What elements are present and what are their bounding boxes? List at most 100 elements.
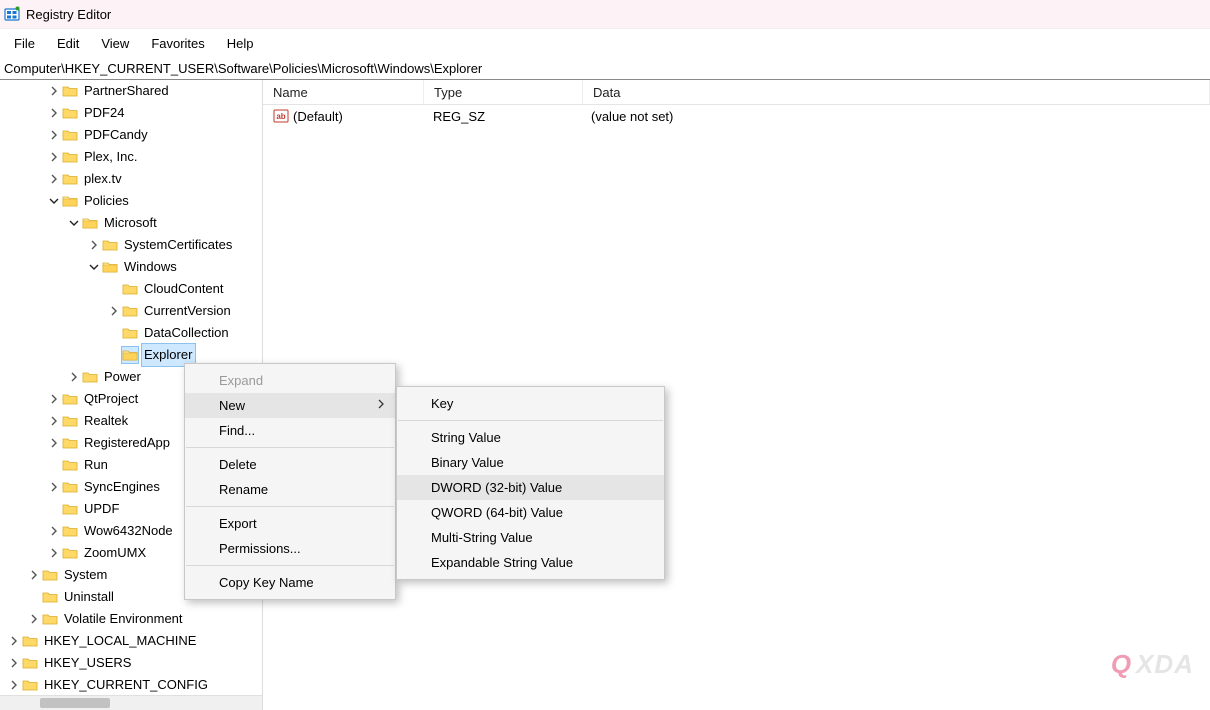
- tree-item[interactable]: Windows: [0, 256, 262, 278]
- list-header: Name Type Data: [263, 80, 1210, 105]
- chevron-right-icon[interactable]: [46, 523, 62, 539]
- menu-item[interactable]: Permissions...: [185, 536, 395, 561]
- tree-item[interactable]: CloudContent: [0, 278, 262, 300]
- chevron-right-icon[interactable]: [46, 83, 62, 99]
- menu-item-label: Export: [219, 516, 257, 531]
- folder-icon: [62, 171, 78, 187]
- context-submenu-new[interactable]: Key String Value Binary ValueDWORD (32-bit…: [396, 386, 665, 580]
- menu-item[interactable]: Find...: [185, 418, 395, 443]
- menu-item[interactable]: Rename: [185, 477, 395, 502]
- chevron-right-icon[interactable]: [86, 237, 102, 253]
- menu-item[interactable]: DWORD (32-bit) Value: [397, 475, 664, 500]
- tree-item-label: CloudContent: [142, 278, 226, 300]
- folder-icon: [62, 435, 78, 451]
- chevron-right-icon[interactable]: [46, 545, 62, 561]
- menu-item[interactable]: String Value: [397, 425, 664, 450]
- menu-item[interactable]: Delete: [185, 452, 395, 477]
- menu-view[interactable]: View: [91, 34, 139, 53]
- chevron-right-icon[interactable]: [46, 149, 62, 165]
- chevron-right-icon[interactable]: [46, 171, 62, 187]
- tree-item-label: Power: [102, 366, 143, 388]
- chevron-right-icon[interactable]: [46, 127, 62, 143]
- address-bar[interactable]: Computer\HKEY_CURRENT_USER\Software\Poli…: [0, 57, 1210, 80]
- chevron-right-icon[interactable]: [6, 633, 22, 649]
- chevron-down-icon[interactable]: [66, 215, 82, 231]
- folder-icon: [102, 237, 118, 253]
- menu-item[interactable]: Key: [397, 391, 664, 416]
- chevron-right-icon[interactable]: [46, 413, 62, 429]
- tree-item[interactable]: SystemCertificates: [0, 234, 262, 256]
- cell-name: ab (Default): [263, 108, 423, 124]
- list-row[interactable]: ab (Default)REG_SZ(value not set): [263, 105, 1210, 127]
- tree-item-label: Policies: [82, 190, 131, 212]
- tree-item-label: SystemCertificates: [122, 234, 234, 256]
- chevron-right-icon[interactable]: [46, 479, 62, 495]
- chevron-right-icon[interactable]: [106, 303, 122, 319]
- tree-item[interactable]: PartnerShared: [0, 80, 262, 102]
- menu-item[interactable]: Binary Value: [397, 450, 664, 475]
- tree-item[interactable]: PDF24: [0, 102, 262, 124]
- chevron-right-icon[interactable]: [6, 677, 22, 693]
- menu-item[interactable]: Expandable String Value: [397, 550, 664, 575]
- menu-item-label: Find...: [219, 423, 255, 438]
- menu-item[interactable]: QWORD (64-bit) Value: [397, 500, 664, 525]
- tree-item-label: ZoomUMX: [82, 542, 148, 564]
- menu-help[interactable]: Help: [217, 34, 264, 53]
- tree-item[interactable]: PDFCandy: [0, 124, 262, 146]
- menu-item-label: New: [219, 398, 245, 413]
- chevron-right-icon: [377, 399, 385, 412]
- tree-horizontal-scrollbar[interactable]: [0, 695, 262, 710]
- menu-item-label: String Value: [431, 430, 501, 445]
- menu-item[interactable]: Copy Key Name: [185, 570, 395, 595]
- menu-file[interactable]: File: [4, 34, 45, 53]
- tree-item-label: Volatile Environment: [62, 608, 185, 630]
- scrollbar-thumb[interactable]: [40, 698, 110, 708]
- folder-icon: [62, 413, 78, 429]
- menu-item[interactable]: Multi-String Value: [397, 525, 664, 550]
- tree-item[interactable]: HKEY_USERS: [0, 652, 262, 674]
- tree-item[interactable]: Policies: [0, 190, 262, 212]
- tree-item[interactable]: DataCollection: [0, 322, 262, 344]
- menu-item-label: Rename: [219, 482, 268, 497]
- tree-item[interactable]: Plex, Inc.: [0, 146, 262, 168]
- title-bar: Registry Editor: [0, 0, 1210, 29]
- tree-item-label: SyncEngines: [82, 476, 162, 498]
- menu-item-label: Key: [431, 396, 453, 411]
- column-name[interactable]: Name: [263, 80, 424, 104]
- column-data[interactable]: Data: [583, 80, 1210, 104]
- tree-item-label: plex.tv: [82, 168, 124, 190]
- svg-text:ab: ab: [276, 112, 285, 121]
- chevron-down-icon[interactable]: [86, 259, 102, 275]
- chevron-right-icon[interactable]: [46, 435, 62, 451]
- folder-icon: [62, 545, 78, 561]
- chevron-right-icon[interactable]: [26, 611, 42, 627]
- menu-item[interactable]: New: [185, 393, 395, 418]
- chevron-right-icon[interactable]: [46, 391, 62, 407]
- column-type[interactable]: Type: [424, 80, 583, 104]
- chevron-down-icon[interactable]: [46, 193, 62, 209]
- cell-type: REG_SZ: [423, 109, 581, 124]
- folder-icon: [62, 479, 78, 495]
- tree-item[interactable]: HKEY_CURRENT_CONFIG: [0, 674, 262, 696]
- menu-item[interactable]: Export: [185, 511, 395, 536]
- menu-item-label: Delete: [219, 457, 257, 472]
- menu-favorites[interactable]: Favorites: [141, 34, 214, 53]
- context-menu[interactable]: ExpandNewFind...DeleteRenameExportPermis…: [184, 363, 396, 600]
- menu-edit[interactable]: Edit: [47, 34, 89, 53]
- chevron-right-icon[interactable]: [66, 369, 82, 385]
- tree-item[interactable]: Microsoft: [0, 212, 262, 234]
- menu-item-label: QWORD (64-bit) Value: [431, 505, 563, 520]
- folder-icon: [62, 457, 78, 473]
- tree-item[interactable]: HKEY_LOCAL_MACHINE: [0, 630, 262, 652]
- tree-item[interactable]: CurrentVersion: [0, 300, 262, 322]
- tree-item[interactable]: plex.tv: [0, 168, 262, 190]
- chevron-right-icon[interactable]: [26, 567, 42, 583]
- folder-icon: [62, 149, 78, 165]
- menu-separator: [398, 420, 663, 421]
- menu-item-label: Multi-String Value: [431, 530, 533, 545]
- chevron-right-icon[interactable]: [6, 655, 22, 671]
- tree-item[interactable]: Volatile Environment: [0, 608, 262, 630]
- chevron-right-icon[interactable]: [46, 105, 62, 121]
- menu-separator: [186, 565, 394, 566]
- tree-item-label: RegisteredApp: [82, 432, 172, 454]
